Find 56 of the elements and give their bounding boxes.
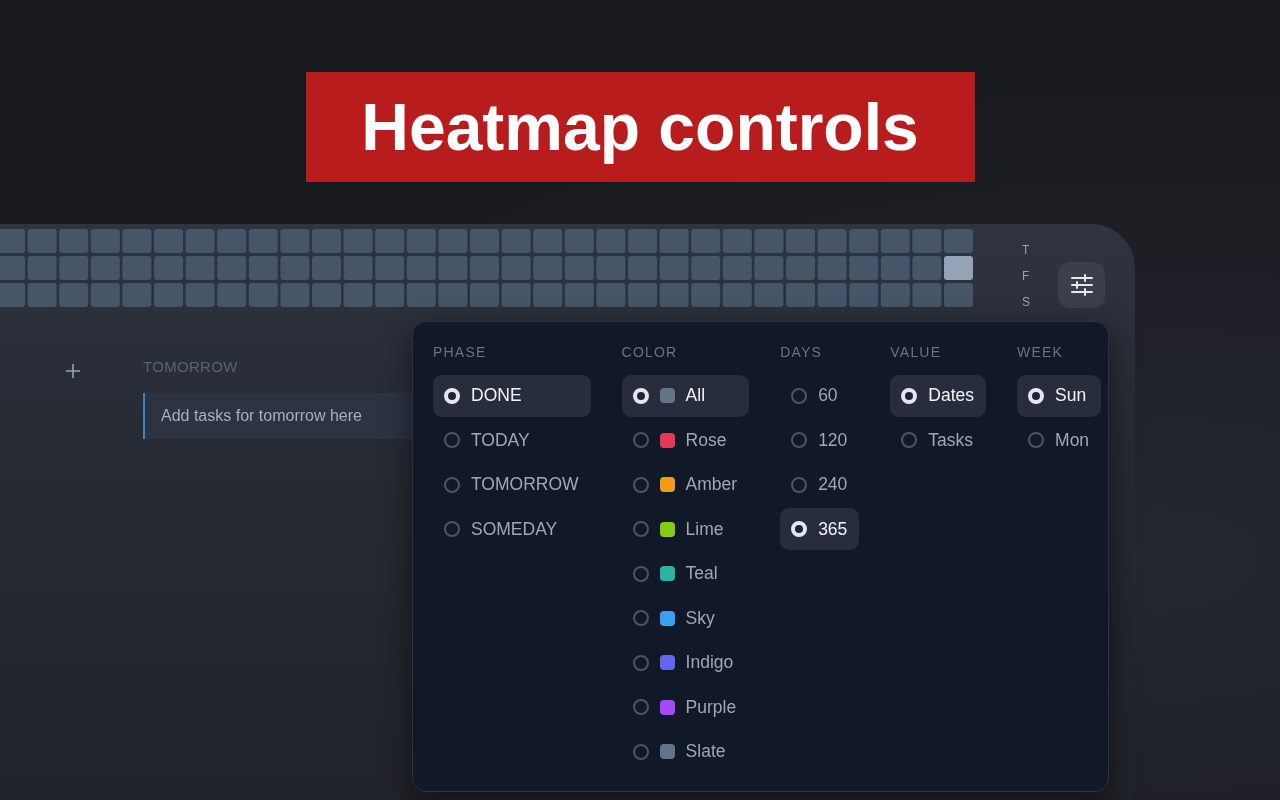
radio-icon xyxy=(632,432,649,448)
radio-option[interactable]: 365 xyxy=(780,508,860,550)
radio-icon xyxy=(632,476,649,493)
radio-icon xyxy=(632,565,649,582)
radio-icon xyxy=(444,476,460,493)
radio-option[interactable]: Tasks xyxy=(890,419,987,461)
radio-icon xyxy=(632,699,649,715)
radio-icon xyxy=(901,432,918,448)
radio-option[interactable]: DONE xyxy=(433,374,591,417)
radio-option[interactable]: All xyxy=(621,374,750,417)
radio-icon xyxy=(632,387,649,404)
radio-option[interactable]: TODAY xyxy=(433,419,591,461)
radio-option[interactable]: Purple xyxy=(621,686,750,728)
radio-option[interactable]: Rose xyxy=(621,419,750,461)
group-label: PHASE xyxy=(433,343,488,362)
radio-option[interactable]: Slate xyxy=(621,730,750,773)
radio-option[interactable]: 60 xyxy=(780,374,860,417)
radio-icon xyxy=(901,387,918,404)
weekday-label: F xyxy=(1022,268,1030,285)
radio-option[interactable]: Sun xyxy=(1017,374,1102,417)
banner-title: Heatmap controls xyxy=(305,72,975,182)
radio-option[interactable]: Teal xyxy=(621,552,750,595)
weekday-label: S xyxy=(1022,294,1030,311)
radio-icon xyxy=(632,654,649,671)
group-label: DAYS xyxy=(780,343,824,362)
radio-icon xyxy=(791,521,808,537)
sliders-icon xyxy=(1069,273,1094,297)
radio-option[interactable]: Indigo xyxy=(621,641,750,684)
radio-icon xyxy=(791,476,808,493)
radio-option[interactable]: Amber xyxy=(621,463,750,506)
radio-icon xyxy=(791,387,808,404)
radio-icon xyxy=(791,432,808,448)
add-icon[interactable] xyxy=(64,362,82,380)
highlighted-heatmap-cell xyxy=(944,256,973,280)
radio-option[interactable]: TOMORROW xyxy=(433,463,591,506)
group-label: COLOR xyxy=(621,343,679,362)
group-label: VALUE xyxy=(890,343,943,362)
radio-icon xyxy=(1028,387,1045,404)
weekday-label: T xyxy=(1022,242,1030,259)
column-title: TOMORROW xyxy=(143,358,239,375)
radio-option[interactable]: 240 xyxy=(780,463,860,506)
radio-icon xyxy=(632,743,649,760)
radio-icon xyxy=(1028,432,1045,448)
radio-option[interactable]: Sky xyxy=(621,597,750,639)
radio-icon xyxy=(632,610,649,626)
radio-icon xyxy=(632,521,649,537)
radio-option[interactable]: Mon xyxy=(1017,419,1102,461)
radio-option[interactable]: 120 xyxy=(780,419,860,461)
radio-option[interactable]: Dates xyxy=(890,374,987,417)
radio-icon xyxy=(444,432,460,448)
group-label: WEEK xyxy=(1017,343,1065,362)
settings-button[interactable] xyxy=(1058,262,1105,308)
radio-icon xyxy=(444,521,460,537)
radio-option[interactable]: SOMEDAY xyxy=(433,508,591,550)
radio-icon xyxy=(444,387,460,404)
radio-option[interactable]: Lime xyxy=(621,508,750,550)
